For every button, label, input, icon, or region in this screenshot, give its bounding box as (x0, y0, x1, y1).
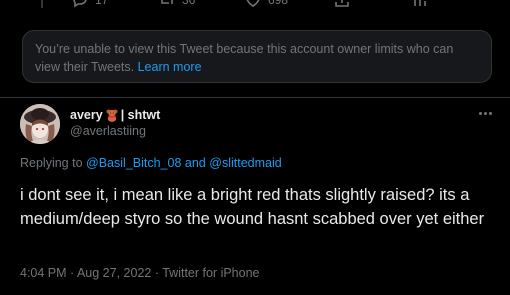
retweet-count: 36 (182, 0, 196, 7)
learn-more-link[interactable]: Learn more (138, 60, 202, 74)
more-dot-icon (478, 111, 482, 115)
restricted-tweet-notice: You’re unable to view this Tweet because… (22, 30, 492, 83)
avatar[interactable] (20, 104, 60, 144)
replying-to-line: Replying to @Basil_Bitch_08 and @slitted… (20, 156, 282, 170)
teddy-bear-icon (106, 109, 118, 122)
tweet-thread-view: 17 36 698 You’re unable to view this Twe… (0, 0, 510, 295)
author-name-row[interactable]: avery | shtwt (70, 108, 160, 122)
share-action[interactable] (334, 0, 350, 9)
like-action[interactable]: 698 (245, 0, 288, 9)
name-suffix: | shtwt (120, 108, 161, 122)
more-dot-icon (483, 111, 487, 115)
tweet-text: i dont see it, i mean like a bright red … (20, 186, 485, 228)
more-options-button[interactable] (474, 106, 496, 120)
author-handle[interactable]: @averlastiing (70, 124, 146, 138)
retweet-icon (161, 0, 173, 4)
like-count: 698 (268, 0, 289, 7)
retweet-action[interactable]: 36 (159, 0, 195, 9)
avatar-image (20, 104, 60, 144)
display-name: avery (70, 108, 103, 122)
notice-text: You’re unable to view this Tweet because… (35, 42, 454, 74)
reply-count: 17 (95, 0, 109, 7)
previous-tweet-actions: 17 36 698 (0, 0, 510, 9)
analytics-action[interactable] (412, 0, 428, 9)
analytics-icon (414, 0, 426, 6)
more-dot-icon (488, 111, 492, 115)
mention-link-2[interactable]: @slittedmaid (209, 156, 281, 170)
replying-prefix: Replying to (20, 156, 83, 170)
mention-link-1[interactable]: @Basil_Bitch_08 (86, 156, 181, 170)
replying-and: and (184, 156, 206, 170)
heart-icon (246, 0, 260, 7)
reply-action[interactable]: 17 (72, 0, 108, 9)
reply-icon (73, 0, 87, 8)
tweet-timestamp[interactable]: 4:04 PM · Aug 27, 2022 · Twitter for iPh… (20, 266, 260, 280)
divider (0, 97, 510, 98)
share-icon (335, 0, 349, 7)
